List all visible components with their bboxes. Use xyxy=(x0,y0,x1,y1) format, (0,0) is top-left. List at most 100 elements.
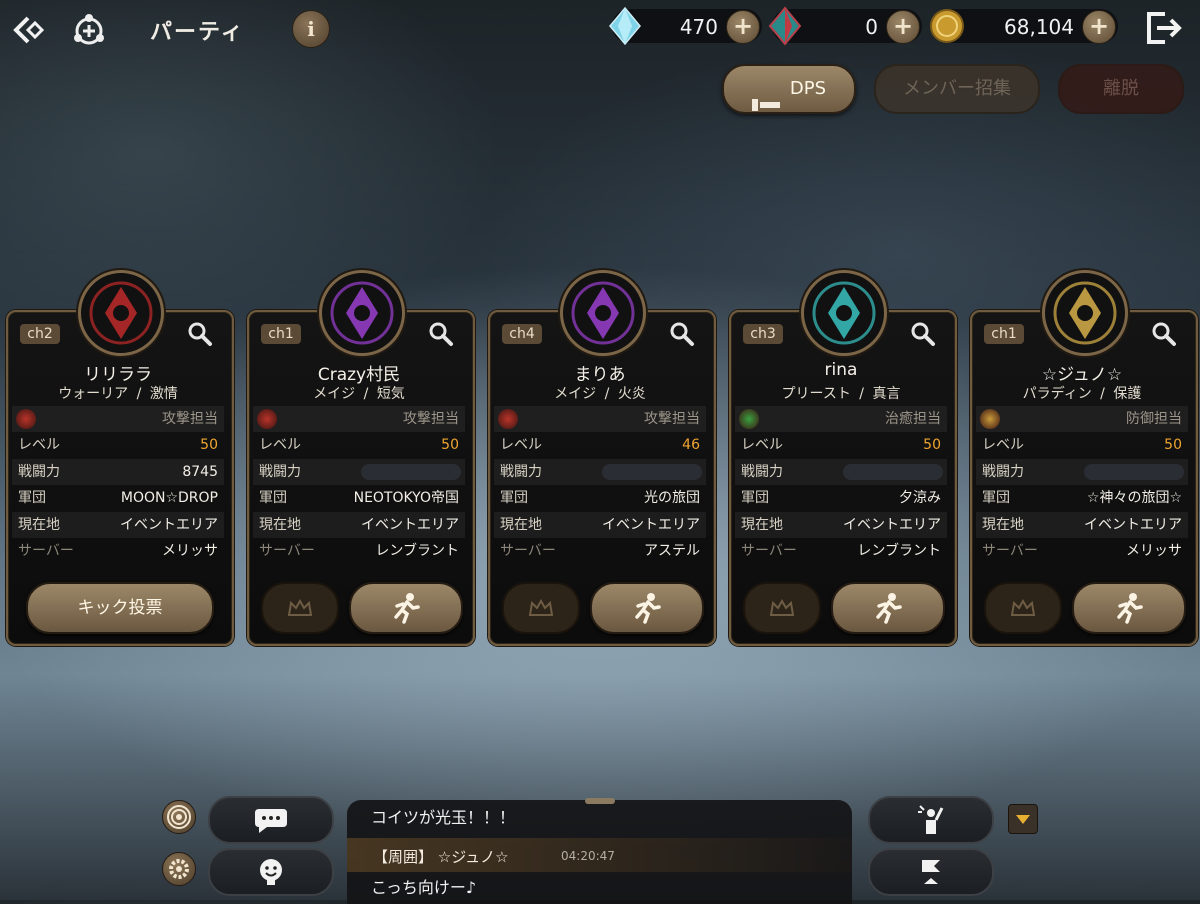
power-hidden xyxy=(1084,463,1184,480)
member-class: パラディン / 保護 xyxy=(970,383,1194,403)
chat-drag-handle[interactable] xyxy=(585,798,615,804)
crown-icon xyxy=(769,599,795,616)
class-trait: 保護 xyxy=(1113,386,1142,402)
auto-button[interactable] xyxy=(868,848,994,896)
channel-badge: ch2 xyxy=(20,324,60,344)
chat-bubble-icon xyxy=(255,809,287,833)
server-label: サーバー xyxy=(741,542,797,559)
chat-button[interactable] xyxy=(208,796,334,844)
class-separator: / xyxy=(1100,386,1105,402)
move-to-member-button[interactable] xyxy=(349,582,463,634)
guild-value: 夕涼み xyxy=(899,490,941,507)
channel-badge: ch3 xyxy=(743,324,783,344)
add-gold-button[interactable]: + xyxy=(1082,10,1116,44)
broadcast-icon[interactable] xyxy=(162,800,196,834)
running-person-icon xyxy=(635,593,661,624)
member-class: プリースト / 真言 xyxy=(729,383,953,403)
location-value: イベントエリア xyxy=(361,516,459,533)
guild-row: 軍団 MOON☆DROP xyxy=(12,485,224,511)
power-label: 戦闘力 xyxy=(982,463,1024,480)
role-row: 防御担当 xyxy=(976,406,1188,433)
role-row: 攻撃担当 xyxy=(253,406,465,433)
move-to-member-button[interactable] xyxy=(1072,582,1186,634)
level-label: レベル xyxy=(982,437,1024,454)
guild-row: 軍団 夕涼み xyxy=(735,485,947,511)
promote-leader-button[interactable] xyxy=(743,582,821,634)
dps-label: DPS xyxy=(789,78,827,99)
chat-message: コイツが光玉！！！ xyxy=(371,808,516,827)
channel-badge: ch4 xyxy=(502,324,542,344)
smile-face-icon xyxy=(260,859,282,885)
location-label: 現在地 xyxy=(500,516,542,533)
top-bar: パーティ i 470 + 0 + 68,104 + xyxy=(0,0,1200,56)
guild-row: 軍団 光の旅団 xyxy=(494,485,706,511)
member-class: メイジ / 短気 xyxy=(247,383,471,403)
location-row: 現在地 イベントエリア xyxy=(12,511,224,538)
promote-leader-button[interactable] xyxy=(984,582,1062,634)
class-emblem-icon xyxy=(78,270,164,356)
search-icon[interactable] xyxy=(186,320,214,348)
guild-value: 光の旅団 xyxy=(644,490,700,507)
role-icon xyxy=(16,409,36,429)
crown-icon xyxy=(528,599,554,616)
search-icon[interactable] xyxy=(1150,320,1178,348)
level-label: レベル xyxy=(259,437,301,454)
crown-icon xyxy=(1010,599,1036,616)
power-row: 戦闘力 xyxy=(735,458,947,486)
info-button[interactable]: i xyxy=(292,10,330,48)
recruit-member-button[interactable]: メンバー招集 xyxy=(874,64,1040,114)
red-crystal-count: 0 xyxy=(865,15,878,39)
gesture-button[interactable] xyxy=(868,796,994,844)
promote-leader-button[interactable] xyxy=(502,582,580,634)
class-emblem-icon xyxy=(801,270,887,356)
search-icon[interactable] xyxy=(427,320,455,348)
channel-badge: ch1 xyxy=(261,324,301,344)
class-trait: 真言 xyxy=(872,386,901,402)
search-icon[interactable] xyxy=(909,320,937,348)
gold-coin-icon xyxy=(928,6,966,46)
kick-vote-button[interactable]: キック投票 xyxy=(26,582,214,634)
role-icon xyxy=(739,409,759,429)
currency-gold: 68,104 + xyxy=(930,9,1118,44)
level-value: 50 xyxy=(441,437,459,454)
settings-gear-icon[interactable] xyxy=(162,852,196,886)
leave-party-button[interactable]: 離脱 xyxy=(1058,64,1184,114)
promote-leader-button[interactable] xyxy=(261,582,339,634)
member-stats: 攻撃担当 レベル 50 戦闘力 軍団 NEOTOKYO帝国 現在地 イベントエリ… xyxy=(253,406,465,564)
guild-label: 軍団 xyxy=(741,490,769,507)
level-row: レベル 50 xyxy=(12,432,224,458)
class-name: メイジ xyxy=(554,386,597,402)
currency-crystal: 470 + xyxy=(609,6,762,46)
server-value: メリッサ xyxy=(162,542,218,559)
level-row: レベル 50 xyxy=(976,432,1188,458)
member-name: ☆ジュノ☆ xyxy=(1041,365,1123,385)
location-value: イベントエリア xyxy=(120,516,218,533)
red-crystal-icon xyxy=(766,6,804,46)
role-row: 治癒担当 xyxy=(735,406,947,433)
guild-value: MOON☆DROP xyxy=(120,490,218,507)
back-icon[interactable] xyxy=(8,10,48,50)
emote-button[interactable] xyxy=(208,848,334,896)
class-emblem-icon xyxy=(319,270,405,356)
role-icon xyxy=(980,409,1000,429)
add-crystal-button[interactable]: + xyxy=(726,10,760,44)
search-icon[interactable] xyxy=(668,320,696,348)
chevron-down-icon[interactable] xyxy=(1008,804,1038,834)
crown-icon xyxy=(287,599,313,616)
add-red-crystal-button[interactable]: + xyxy=(886,10,920,44)
power-row: 戦闘力 xyxy=(253,458,465,486)
chat-timestamp: 04:20:47 xyxy=(561,849,615,863)
location-value: イベントエリア xyxy=(1084,516,1182,533)
location-label: 現在地 xyxy=(18,516,60,533)
move-to-member-button[interactable] xyxy=(831,582,945,634)
move-to-member-button[interactable] xyxy=(590,582,704,634)
power-hidden xyxy=(361,463,461,480)
power-hidden xyxy=(843,463,943,480)
chat-panel[interactable]: コイツが光玉！！！ 【周囲】 ☆ジュノ☆ 04:20:47 こっち向けー♪ xyxy=(347,798,852,904)
role-row: 攻撃担当 xyxy=(12,406,224,433)
dps-button[interactable]: DPS xyxy=(722,64,856,114)
server-row: サーバー レンブラント xyxy=(735,538,947,564)
exit-icon[interactable] xyxy=(1143,8,1185,48)
party-member-card: ch1 ☆ジュノ☆ パラディン / 保護 防御担当 レベル 50 戦闘力 軍団 xyxy=(970,270,1198,646)
dps-meter-icon xyxy=(751,83,780,111)
